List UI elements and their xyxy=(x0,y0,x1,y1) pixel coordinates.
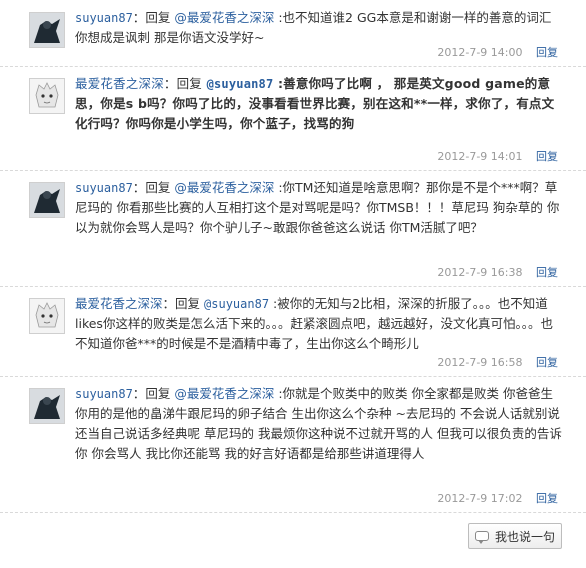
avatar-white-hair-character-image xyxy=(30,79,64,113)
reply-to-link[interactable]: @suyuan87 xyxy=(207,77,274,91)
comment-meta: 2012-7-9 16:58 回复 xyxy=(437,354,558,370)
avatar[interactable] xyxy=(29,182,65,218)
reply-word: 回复 xyxy=(145,10,171,25)
comment-item: 最爱花香之深深：回复 @suyuan87 :被你的无知与2比相，深深的折服了。。… xyxy=(0,286,586,377)
reply-to-link[interactable]: @最爱花香之深深 xyxy=(174,386,274,401)
timestamp: 2012-7-9 14:00 xyxy=(437,46,523,59)
comment-item: suyuan87：回复 @最爱花香之深深 :你就是个败类中的败类 你全家都是败类… xyxy=(0,376,586,513)
reply-word: 回复 xyxy=(175,296,201,311)
comment-content: suyuan87：回复 @最爱花香之深深 :你TM还知道是啥意思啊？那你是不是个… xyxy=(75,180,560,235)
avatar-dark-figure-image xyxy=(30,13,64,47)
comment-item: suyuan87：回复 @最爱花香之深深 :也不知道谁2 GG本意是和谢谢一样的… xyxy=(0,0,586,67)
comment-item: 最爱花香之深深：回复 @suyuan87 :善意你吗了比啊 ， 那是英文good… xyxy=(0,66,586,171)
comment-meta: 2012-7-9 14:00 回复 xyxy=(437,44,558,60)
reply-button[interactable]: 回复 xyxy=(536,150,558,163)
reply-button[interactable]: 回复 xyxy=(536,492,558,505)
reply-to-link[interactable]: @最爱花香之深深 xyxy=(174,10,274,25)
reply-to-link[interactable]: @最爱花香之深深 xyxy=(174,180,274,195)
timestamp: 2012-7-9 14:01 xyxy=(437,150,523,163)
reply-button[interactable]: 回复 xyxy=(536,266,558,279)
timestamp: 2012-7-9 16:38 xyxy=(437,266,523,279)
reply-button[interactable]: 回复 xyxy=(536,46,558,59)
avatar[interactable] xyxy=(29,388,65,424)
comment-content: 最爱花香之深深：回复 @suyuan87 :善意你吗了比啊 ， 那是英文good… xyxy=(75,76,555,131)
avatar[interactable] xyxy=(29,298,65,334)
username-link[interactable]: suyuan87 xyxy=(75,181,133,195)
avatar-white-hair-character-image xyxy=(30,299,64,333)
avatar-dark-figure-image xyxy=(30,183,64,217)
comment-content: suyuan87：回复 @最爱花香之深深 :你就是个败类中的败类 你全家都是败类… xyxy=(75,386,562,461)
avatar[interactable] xyxy=(29,12,65,48)
comment-meta: 2012-7-9 14:01 回复 xyxy=(437,148,558,164)
avatar[interactable] xyxy=(29,78,65,114)
avatar-dark-figure-image xyxy=(30,389,64,423)
timestamp: 2012-7-9 16:58 xyxy=(437,356,523,369)
reply-button[interactable]: 回复 xyxy=(536,356,558,369)
comment-meta: 2012-7-9 16:38 回复 xyxy=(437,264,558,280)
comment-meta: 2012-7-9 17:02 回复 xyxy=(437,490,558,506)
comment-content: suyuan87：回复 @最爱花香之深深 :也不知道谁2 GG本意是和谢谢一样的… xyxy=(75,10,552,45)
speech-bubble-icon xyxy=(474,531,489,544)
username-link[interactable]: suyuan87 xyxy=(75,387,133,401)
reply-to-link[interactable]: @suyuan87 xyxy=(204,297,269,311)
reply-word: 回复 xyxy=(145,180,171,195)
username-link[interactable]: 最爱花香之深深 xyxy=(75,296,163,311)
timestamp: 2012-7-9 17:02 xyxy=(437,492,523,505)
comment-content: 最爱花香之深深：回复 @suyuan87 :被你的无知与2比相，深深的折服了。。… xyxy=(75,296,553,351)
comment-item: suyuan87：回复 @最爱花香之深深 :你TM还知道是啥意思啊？那你是不是个… xyxy=(0,170,586,287)
reply-word: 回复 xyxy=(145,386,171,401)
say-something-button[interactable]: 我也说一句 xyxy=(468,523,562,549)
username-link[interactable]: suyuan87 xyxy=(75,11,133,25)
username-link[interactable]: 最爱花香之深深 xyxy=(75,76,164,91)
reply-word: 回复 xyxy=(176,76,203,91)
say-something-label: 我也说一句 xyxy=(494,529,555,544)
